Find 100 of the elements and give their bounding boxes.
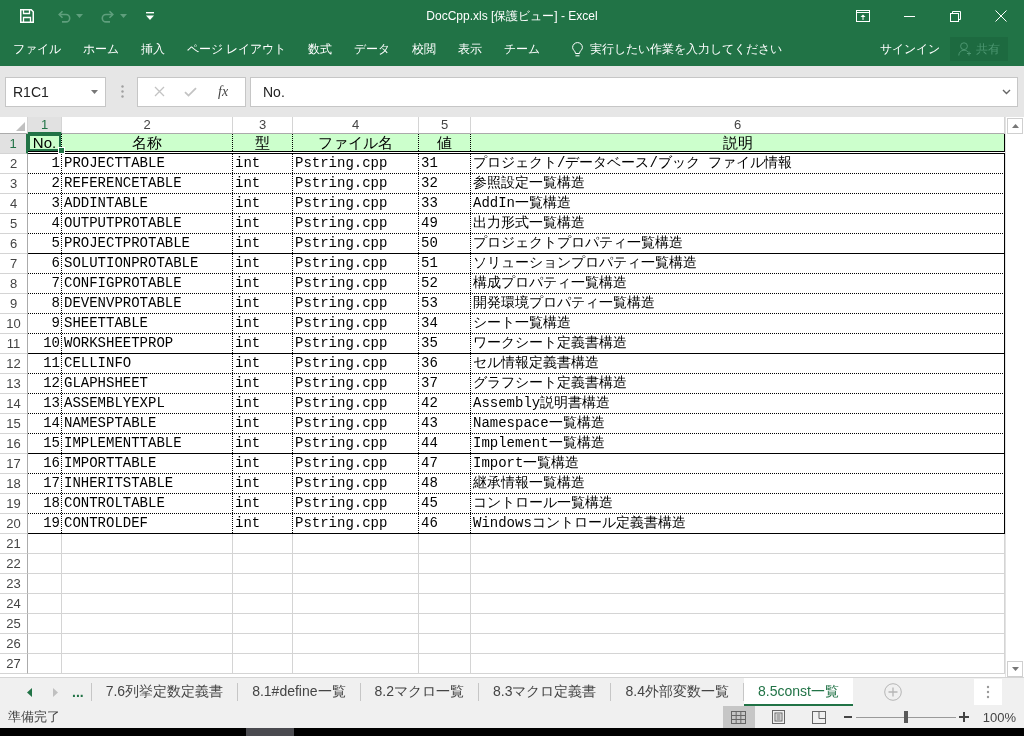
row-header[interactable]: 19 (0, 494, 28, 514)
sheet-tab[interactable]: 8.1#define一覧 (238, 678, 360, 706)
row-header[interactable]: 7 (0, 254, 28, 274)
table-cell: int (233, 154, 293, 173)
table-cell: 34 (419, 314, 471, 333)
column-header[interactable]: 1 (28, 117, 62, 134)
table-cell: int (233, 354, 293, 373)
table-cell: 37 (419, 374, 471, 393)
scroll-down-button[interactable] (1007, 661, 1023, 677)
tell-me-field[interactable]: 実行したい作業を入力してください (588, 38, 799, 60)
table-cell: 11 (28, 354, 62, 373)
sign-in-link[interactable]: サインイン (876, 36, 944, 62)
table-cell: 44 (419, 434, 471, 453)
cross-icon (153, 86, 165, 97)
table-cell: Pstring.cpp (293, 294, 419, 313)
scroll-up-button[interactable] (1007, 118, 1023, 134)
row-header[interactable]: 11 (0, 334, 28, 354)
close-icon (995, 10, 1007, 22)
table-cell: int (233, 294, 293, 313)
ribbon-tab[interactable]: 挿入 (131, 35, 175, 63)
right-triangle-icon (52, 687, 58, 697)
row-header[interactable]: 9 (0, 294, 28, 314)
ribbon-tab[interactable]: ホーム (73, 35, 129, 63)
header-cell: No. (28, 134, 62, 151)
insert-function-button[interactable]: fx (215, 83, 232, 100)
table-cell: 10 (28, 334, 62, 353)
ribbon-tab[interactable]: データ (344, 35, 401, 63)
row-header[interactable]: 12 (0, 354, 28, 374)
more-sheets-button[interactable]: ... (68, 678, 88, 706)
caret-icon (76, 14, 83, 18)
ribbon-tab[interactable]: ページ レイアウト (177, 35, 297, 63)
table-cell: 18 (28, 494, 62, 513)
row-header[interactable]: 22 (0, 554, 28, 574)
restore-icon (949, 10, 961, 22)
row-header[interactable]: 6 (0, 234, 28, 254)
formula-field[interactable]: No. (250, 76, 1018, 107)
table-cell: 2 (28, 174, 62, 193)
ribbon-tab[interactable]: チーム (494, 35, 551, 63)
row-header[interactable]: 16 (0, 434, 28, 454)
row-header[interactable]: 23 (0, 574, 28, 594)
sheet-tab[interactable]: 8.3マクロ定義書 (479, 678, 611, 706)
table-cell: Pstring.cpp (293, 414, 419, 433)
lightbulb-icon (572, 41, 584, 57)
table-cell: 42 (419, 394, 471, 413)
table-cell: CONTROLDEF (62, 514, 233, 533)
row-header[interactable]: 4 (0, 194, 28, 214)
table-cell: CONTROLTABLE (62, 494, 233, 513)
table-cell: SHEETTABLE (62, 314, 233, 333)
row-header[interactable]: 25 (0, 614, 28, 634)
sheet-tab[interactable]: 7.6列挙定数定義書 (91, 678, 238, 706)
ribbon-tab[interactable]: 数式 (298, 35, 343, 63)
row-header[interactable]: 3 (0, 174, 28, 194)
row-header[interactable]: 17 (0, 454, 28, 474)
row-header[interactable]: 1 (0, 134, 28, 154)
row-header[interactable]: 15 (0, 414, 28, 434)
sheet-tab[interactable]: 8.5const一覧 (743, 678, 853, 706)
row-header[interactable]: 24 (0, 594, 28, 614)
table-cell: OUTPUTPROTABLE (62, 214, 233, 233)
vertical-dots-icon[interactable] (974, 679, 1002, 705)
plus-icon (958, 712, 969, 722)
fill-handle[interactable] (58, 147, 65, 154)
ribbon-tab[interactable]: 校閲 (402, 35, 447, 63)
ribbon-tab[interactable]: ファイル (3, 35, 71, 63)
vertical-scrollbar[interactable] (1005, 117, 1024, 677)
status-text: 準備完了 (8, 709, 60, 724)
table-cell: int (233, 234, 293, 253)
row-header[interactable]: 8 (0, 274, 28, 294)
slider-thumb[interactable] (903, 711, 908, 723)
row-header[interactable]: 14 (0, 394, 28, 414)
row-header[interactable]: 10 (0, 314, 28, 334)
row-header[interactable]: 2 (0, 154, 28, 174)
zoom-in-button[interactable] (958, 711, 969, 723)
row-header[interactable]: 20 (0, 514, 28, 534)
row-header[interactable]: 27 (0, 654, 28, 674)
sheet-tab[interactable]: 8.4外部変数一覧 (611, 678, 743, 706)
row-header[interactable]: 21 (0, 534, 28, 554)
name-box[interactable]: R1C1 (5, 76, 106, 107)
table-cell: IMPORTTABLE (62, 454, 233, 473)
table-cell: WORKSHEETPROP (62, 334, 233, 353)
normal-view-button[interactable] (722, 706, 755, 728)
table-cell: 12 (28, 374, 62, 393)
row-header[interactable]: 18 (0, 474, 28, 494)
row-header[interactable]: 26 (0, 634, 28, 654)
table-cell: ADDINTABLE (62, 194, 233, 213)
table-cell: Pstring.cpp (293, 394, 419, 413)
check-icon (184, 86, 198, 97)
row-header[interactable]: 13 (0, 374, 28, 394)
table-cell: REFERENCETABLE (62, 174, 233, 193)
chevron-down-icon (1002, 88, 1011, 95)
table-cell: 49 (419, 214, 471, 233)
table-cell: int (233, 454, 293, 473)
table-cell: PROJECTTABLE (62, 154, 233, 173)
table-cell: Pstring.cpp (293, 474, 419, 493)
table-cell: 47 (419, 454, 471, 473)
table-cell: 50 (419, 234, 471, 253)
row-header[interactable]: 5 (0, 214, 28, 234)
header-cell: ファイル名 (293, 134, 419, 151)
sheet-tab[interactable]: 8.2マクロ一覧 (360, 678, 478, 706)
table-cell: 6 (28, 254, 62, 273)
ribbon-tab[interactable]: 表示 (448, 35, 493, 63)
